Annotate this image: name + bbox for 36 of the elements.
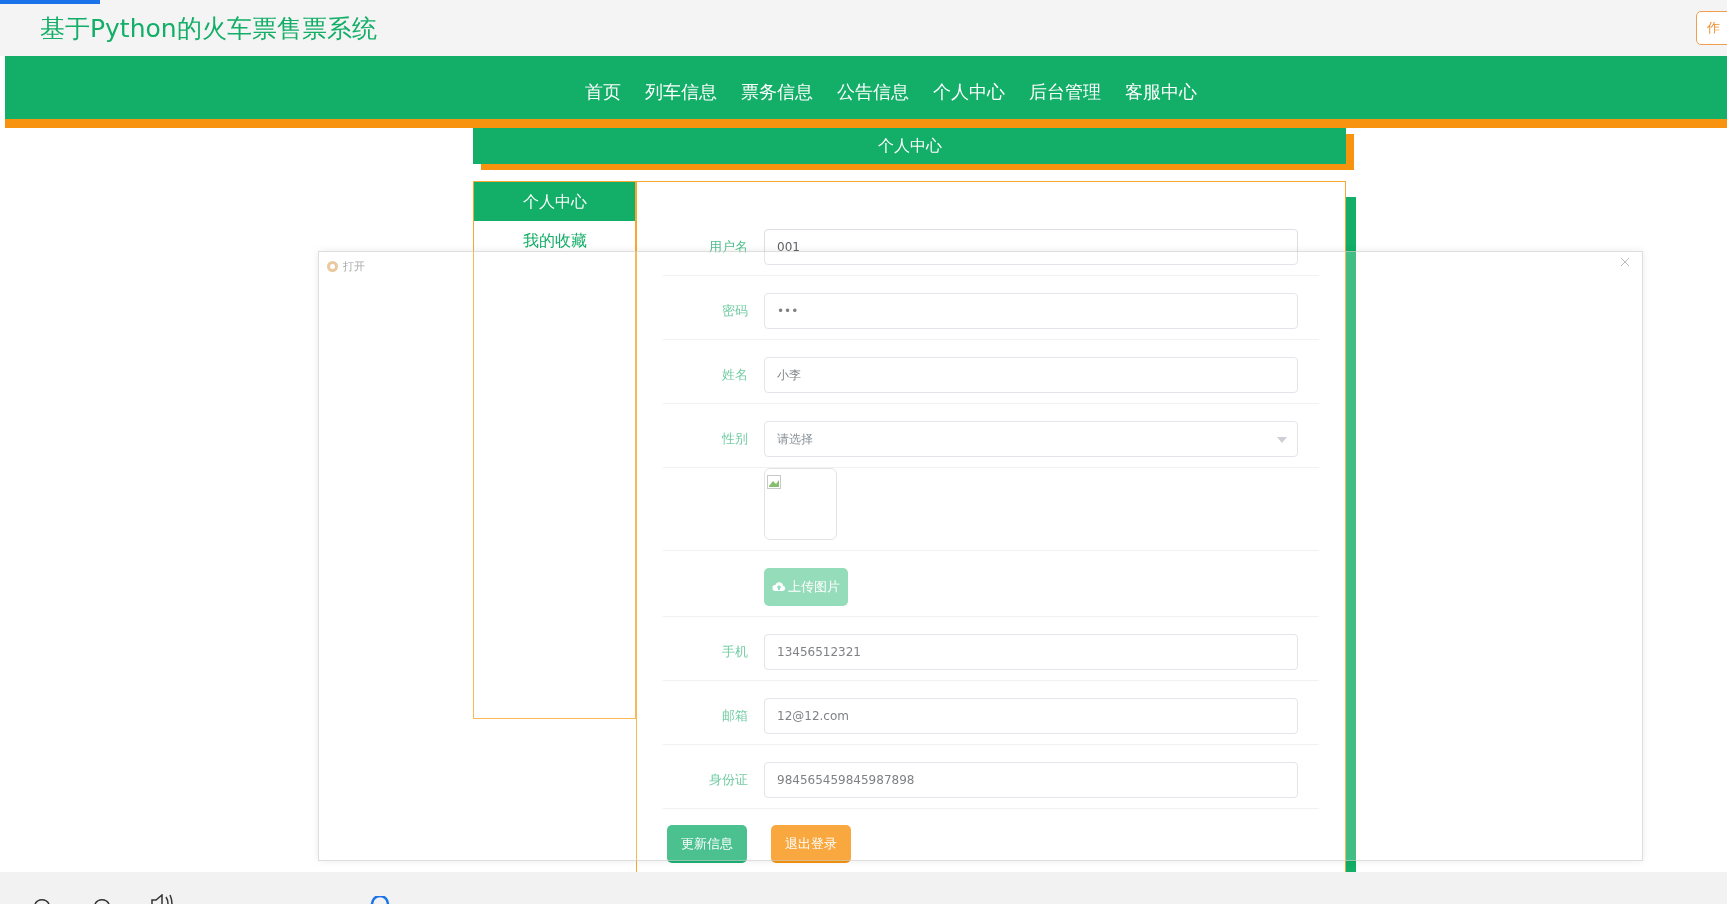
volume-icon[interactable] <box>150 894 174 904</box>
field-label: 性别 <box>721 430 749 449</box>
field-label: 身份证 <box>708 770 749 789</box>
author-button[interactable]: 作 <box>1696 11 1727 45</box>
nav-link[interactable]: 客服中心 <box>1113 56 1209 119</box>
broken-image-icon <box>767 474 781 489</box>
nav-link[interactable]: 票务信息 <box>729 56 825 119</box>
sidebar-item[interactable]: 个人中心 <box>474 182 635 221</box>
select-field[interactable]: 请选择 <box>764 421 1298 457</box>
nav-link[interactable]: 个人中心 <box>921 56 1017 119</box>
field-label: 姓名 <box>721 366 749 385</box>
cloud-upload-icon <box>772 581 786 592</box>
slider-thumb[interactable] <box>370 896 390 904</box>
input-field[interactable]: 13456512321 <box>764 633 1298 670</box>
nav-link[interactable]: 列车信息 <box>633 56 729 119</box>
input-field[interactable]: 984565459845987898 <box>764 761 1298 798</box>
select-placeholder: 请选择 <box>777 431 813 448</box>
field-label: 手机 <box>721 642 749 661</box>
sidebar-item[interactable]: 我的收藏 <box>474 221 635 260</box>
input-field[interactable]: 小李 <box>764 357 1298 393</box>
input-field[interactable]: ••• <box>764 293 1298 329</box>
form-button[interactable]: 退出登录 <box>771 824 851 863</box>
form-button[interactable]: 更新信息 <box>667 824 747 863</box>
input-field[interactable]: 001 <box>764 229 1298 265</box>
nav-link[interactable]: 首页 <box>573 56 633 119</box>
field-label: 邮箱 <box>721 706 749 725</box>
nav-link[interactable]: 后台管理 <box>1017 56 1113 119</box>
field-label: 密码 <box>721 302 749 321</box>
upload-button[interactable]: 上传图片 <box>764 568 848 606</box>
nav-link[interactable]: 公告信息 <box>825 56 921 119</box>
input-field[interactable]: 12@12.com <box>764 697 1298 734</box>
dialog-title: 打开 <box>343 259 365 275</box>
site-title: 基于Python的火车票售票系统 <box>40 13 377 45</box>
caret-icon <box>1277 437 1287 443</box>
field-label: 用户名 <box>708 238 749 257</box>
app-icon <box>327 261 338 272</box>
